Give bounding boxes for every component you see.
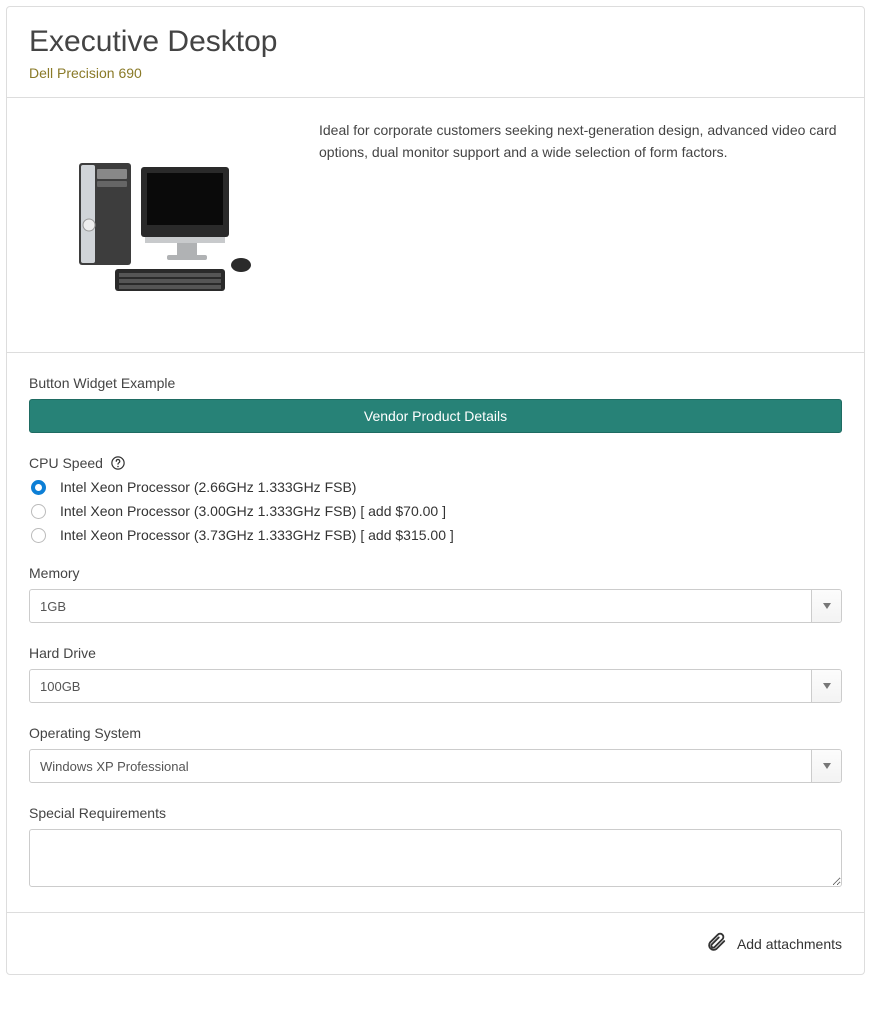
- form-section: Button Widget Example Vendor Product Det…: [7, 353, 864, 913]
- special-requirements-input[interactable]: [29, 829, 842, 887]
- special-requirements-group: Special Requirements: [29, 805, 842, 890]
- os-group: Operating System Windows XP Professional: [29, 725, 842, 783]
- cpu-option-1[interactable]: Intel Xeon Processor (3.00GHz 1.333GHz F…: [29, 503, 842, 519]
- panel-footer: Add attachments: [7, 913, 864, 974]
- cpu-option-label: Intel Xeon Processor (2.66GHz 1.333GHz F…: [60, 479, 356, 495]
- radio-icon: [31, 504, 46, 519]
- memory-value: 1GB: [30, 590, 811, 622]
- product-subtitle: Dell Precision 690: [29, 65, 842, 81]
- memory-group: Memory 1GB: [29, 565, 842, 623]
- radio-icon: [31, 528, 46, 543]
- chevron-down-icon: [811, 670, 841, 702]
- product-description: Ideal for corporate customers seeking ne…: [319, 120, 842, 330]
- cpu-option-label: Intel Xeon Processor (3.00GHz 1.333GHz F…: [60, 503, 446, 519]
- panel-header: Executive Desktop Dell Precision 690: [7, 7, 864, 98]
- product-image: [29, 120, 289, 330]
- button-widget-label: Button Widget Example: [29, 375, 842, 391]
- special-requirements-label: Special Requirements: [29, 805, 842, 821]
- chevron-down-icon: [811, 590, 841, 622]
- button-widget-group: Button Widget Example Vendor Product Det…: [29, 375, 842, 433]
- product-panel: Executive Desktop Dell Precision 690: [6, 6, 865, 975]
- panel-body-info: Ideal for corporate customers seeking ne…: [7, 98, 864, 353]
- vendor-details-button[interactable]: Vendor Product Details: [29, 399, 842, 433]
- add-attachments-label: Add attachments: [737, 936, 842, 952]
- cpu-speed-label: CPU Speed: [29, 455, 842, 471]
- radio-icon: [31, 480, 46, 495]
- chevron-down-icon: [811, 750, 841, 782]
- hard-drive-label: Hard Drive: [29, 645, 842, 661]
- hard-drive-select[interactable]: 100GB: [29, 669, 842, 703]
- memory-label: Memory: [29, 565, 842, 581]
- product-title: Executive Desktop: [29, 25, 842, 59]
- hard-drive-value: 100GB: [30, 670, 811, 702]
- paperclip-icon: [705, 931, 727, 956]
- os-select[interactable]: Windows XP Professional: [29, 749, 842, 783]
- cpu-option-2[interactable]: Intel Xeon Processor (3.73GHz 1.333GHz F…: [29, 527, 842, 543]
- hard-drive-group: Hard Drive 100GB: [29, 645, 842, 703]
- memory-select[interactable]: 1GB: [29, 589, 842, 623]
- help-icon[interactable]: [111, 456, 125, 470]
- cpu-option-0[interactable]: Intel Xeon Processor (2.66GHz 1.333GHz F…: [29, 479, 842, 495]
- os-label: Operating System: [29, 725, 842, 741]
- os-value: Windows XP Professional: [30, 750, 811, 782]
- cpu-speed-group: CPU Speed Intel Xeon Processor (2.66GHz …: [29, 455, 842, 543]
- add-attachments-button[interactable]: Add attachments: [705, 931, 842, 956]
- cpu-option-label: Intel Xeon Processor (3.73GHz 1.333GHz F…: [60, 527, 454, 543]
